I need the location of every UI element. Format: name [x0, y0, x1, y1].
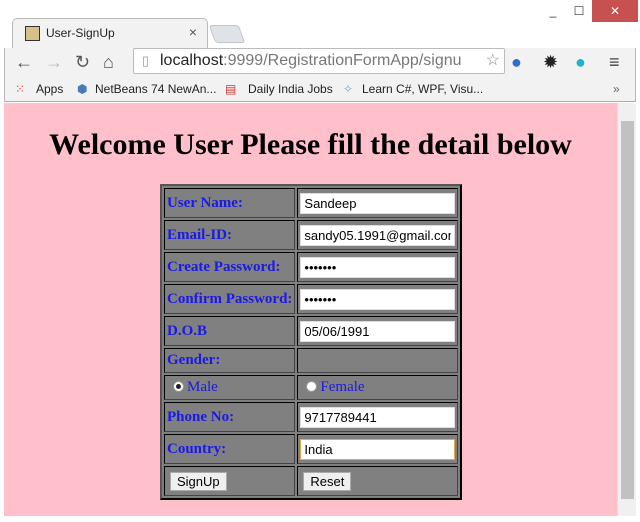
radio-checked-icon[interactable]: [173, 381, 184, 392]
page-content: Welcome User Please fill the detail belo…: [4, 103, 617, 516]
tab-user-signup[interactable]: User-SignUp ×: [12, 18, 208, 48]
netbeans-icon: ⬢: [77, 82, 88, 96]
dob-label: D.O.B: [164, 316, 296, 346]
grammarly-icon[interactable]: ●: [575, 51, 586, 73]
toolbar: ← → ↻ ⌂ ▯ localhost:9999/RegistrationFor…: [4, 48, 636, 76]
email-label: Email-ID:: [164, 220, 296, 250]
bookmarks-overflow[interactable]: »: [613, 82, 620, 96]
home-icon[interactable]: ⌂: [103, 51, 114, 73]
vertical-scrollbar[interactable]: [617, 103, 636, 516]
tab-title: User-SignUp: [46, 26, 115, 40]
male-radio[interactable]: Male: [164, 375, 296, 400]
radio-unchecked-icon[interactable]: [306, 381, 318, 392]
globe-icon[interactable]: ●: [511, 51, 522, 73]
password-input[interactable]: [300, 256, 456, 278]
star-icon[interactable]: ☆: [486, 49, 500, 73]
address-bar[interactable]: ▯ localhost:9999/RegistrationFormApp/sig…: [133, 48, 505, 74]
page-heading: Welcome User Please fill the detail belo…: [49, 128, 572, 161]
forward-icon[interactable]: →: [45, 51, 63, 73]
username-label: User Name:: [164, 188, 296, 218]
signup-form: User Name: Email-ID: Create Password: Co…: [160, 184, 463, 500]
bookmark-learn-csharp[interactable]: Learn C#, WPF, Visu...: [362, 82, 483, 96]
bookmark-apps[interactable]: Apps: [36, 82, 63, 96]
male-label: Male: [187, 379, 218, 395]
reset-button[interactable]: Reset: [303, 471, 352, 491]
country-label: Country:: [164, 434, 296, 464]
tab-close-icon[interactable]: ×: [189, 24, 197, 40]
username-input[interactable]: [300, 192, 456, 214]
maximize-button[interactable]: ☐: [566, 0, 592, 22]
jobs-icon: ▤: [225, 82, 237, 96]
url-host: localhost: [160, 52, 224, 69]
email-input[interactable]: [300, 224, 456, 246]
phone-input[interactable]: [300, 406, 456, 428]
password-label: Create Password:: [164, 252, 296, 282]
back-icon[interactable]: ←: [15, 51, 33, 73]
menu-icon[interactable]: ≡: [609, 51, 620, 73]
dob-input[interactable]: [300, 320, 456, 342]
bookmarks-bar: ⁙ Apps ⬢ NetBeans 74 NewAn... ▤ Daily In…: [4, 76, 636, 102]
empty-cell: [297, 348, 459, 373]
new-tab-button[interactable]: [208, 25, 246, 43]
title-bar: _ ☐ ✕ User-SignUp ×: [0, 0, 640, 48]
bookmark-daily-india-jobs[interactable]: Daily India Jobs: [248, 82, 333, 96]
gender-label: Gender:: [164, 348, 296, 373]
female-radio[interactable]: Female: [297, 375, 459, 400]
bookmark-netbeans[interactable]: NetBeans 74 NewAn...: [95, 82, 216, 96]
female-label: Female: [320, 379, 365, 395]
signup-button[interactable]: SignUp: [170, 471, 227, 491]
phone-label: Phone No:: [164, 402, 296, 432]
confirm-password-label: Confirm Password:: [164, 284, 296, 314]
close-window-button[interactable]: ✕: [592, 0, 638, 22]
page-icon: ▯: [142, 53, 150, 68]
learn-icon: ✧: [343, 82, 354, 96]
confirm-password-input[interactable]: [300, 288, 456, 310]
minimize-button[interactable]: _: [540, 0, 566, 22]
gear-icon[interactable]: ✹: [543, 51, 558, 73]
reload-icon[interactable]: ↻: [75, 51, 90, 73]
favicon-icon: [25, 26, 40, 41]
scrollbar-thumb[interactable]: [621, 121, 634, 499]
apps-icon: ⁙: [15, 82, 26, 96]
url-path: :9999/RegistrationFormApp/signu: [223, 52, 462, 69]
country-input[interactable]: [300, 438, 456, 460]
